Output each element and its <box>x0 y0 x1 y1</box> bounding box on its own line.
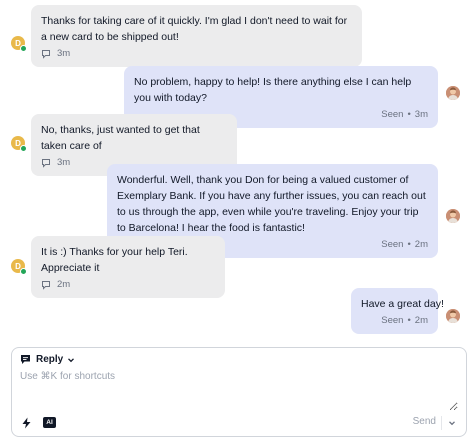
quick-actions-button[interactable] <box>21 417 32 429</box>
agent-avatar <box>446 86 460 100</box>
message-text: Wonderful. Well, thank you Don for being… <box>117 174 426 234</box>
ai-button[interactable]: AI <box>43 417 56 428</box>
customer-message-bubble: It is :) Thanks for your help Teri. Appr… <box>31 236 225 298</box>
customer-avatar: D <box>11 136 27 152</box>
chat-icon <box>42 159 50 168</box>
lightning-icon <box>22 417 31 429</box>
chat-icon <box>42 50 50 59</box>
reply-mode-dropdown[interactable]: Reply <box>20 354 80 365</box>
message-time: 2m <box>57 279 71 290</box>
agent-message: Have a great day! Seen • 2m <box>351 288 444 334</box>
message-time: 3m <box>57 48 71 59</box>
customer-message: It is :) Thanks for your help Teri. Appr… <box>31 236 225 298</box>
message-meta: 2m <box>41 278 215 292</box>
meta-separator: • <box>407 315 411 326</box>
reply-input[interactable] <box>20 371 458 411</box>
chat-icon <box>42 281 50 290</box>
message-status: Seen <box>381 239 404 250</box>
reply-composer: Reply AI Send <box>11 347 467 437</box>
customer-message-bubble: Thanks for taking care of it quickly. I'… <box>31 5 362 67</box>
chat-bubble-icon <box>21 355 30 364</box>
customer-message: Thanks for taking care of it quickly. I'… <box>31 5 362 67</box>
message-text: Thanks for taking care of it quickly. I'… <box>41 15 348 43</box>
message-meta: Seen • 2m <box>361 314 428 328</box>
meta-separator: • <box>407 109 411 120</box>
message-meta: 3m <box>41 47 352 61</box>
online-status-dot <box>20 145 27 152</box>
message-text: No, thanks, just wanted to get that take… <box>41 124 200 152</box>
message-time: 3m <box>57 157 71 168</box>
chevron-down-icon[interactable] <box>448 419 456 427</box>
agent-avatar <box>446 209 460 223</box>
message-status: Seen <box>381 109 404 120</box>
reply-mode-label: Reply <box>36 354 64 365</box>
message-text: It is :) Thanks for your help Teri. Appr… <box>41 246 188 274</box>
agent-message-bubble: Have a great day! Seen • 2m <box>351 288 444 334</box>
message-time: 2m <box>414 315 428 326</box>
message-time: 2m <box>414 239 428 250</box>
message-text: No problem, happy to help! Is there anyt… <box>134 76 412 104</box>
agent-avatar <box>446 309 460 323</box>
customer-avatar: D <box>11 259 27 275</box>
ai-icon: AI <box>43 417 56 428</box>
message-status: Seen <box>381 315 404 326</box>
chevron-down-icon <box>68 357 75 362</box>
meta-separator: • <box>407 239 411 250</box>
message-text: Have a great day! <box>361 298 444 310</box>
online-status-dot <box>20 268 27 275</box>
send-button[interactable]: Send <box>413 416 436 427</box>
message-time: 3m <box>414 109 428 120</box>
send-divider <box>441 416 442 430</box>
online-status-dot <box>20 45 27 52</box>
customer-avatar: D <box>11 36 27 52</box>
conversation-thread: Thanks for taking care of it quickly. I'… <box>0 0 474 345</box>
